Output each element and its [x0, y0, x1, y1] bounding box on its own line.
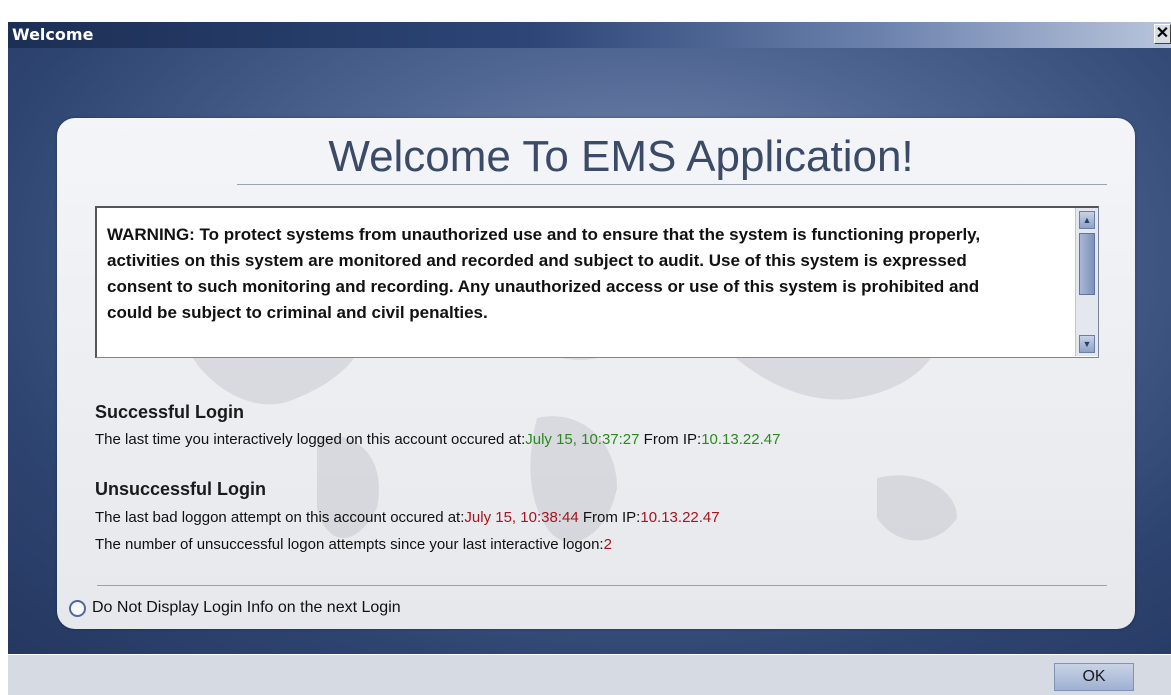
arrow-down-icon: ▼	[1082, 339, 1092, 349]
warning-text: WARNING: To protect systems from unautho…	[107, 225, 981, 322]
warning-textarea[interactable]: WARNING: To protect systems from unautho…	[95, 206, 1099, 358]
close-button[interactable]: ✕	[1154, 24, 1171, 44]
arrow-up-icon: ▲	[1082, 215, 1092, 225]
successful-login-line: The last time you interactively logged o…	[95, 431, 780, 448]
bottom-divider	[97, 585, 1107, 586]
unsuccessful-count: 2	[603, 536, 612, 553]
unsuccessful-login-line: The last bad loggon attempt on this acco…	[95, 509, 720, 526]
do-not-display-option[interactable]: Do Not Display Login Info on the next Lo…	[69, 599, 401, 617]
window-title: Welcome	[12, 25, 94, 44]
dialog-footer: OK	[8, 654, 1171, 695]
unsuccessful-login-ip: 10.13.22.47	[640, 509, 720, 526]
welcome-dialog: Welcome ✕ Welcome To EMS Application! WA…	[8, 22, 1171, 695]
unsuccessful-count-text: The number of unsuccessful logon attempt…	[95, 536, 604, 553]
successful-login-title: Successful Login	[95, 402, 245, 422]
unsuccessful-login-text: The last bad loggon attempt on this acco…	[95, 509, 465, 526]
ok-button[interactable]: OK	[1054, 663, 1134, 691]
unsuccessful-count-line: The number of unsuccessful logon attempt…	[95, 536, 612, 553]
successful-login-from-label: From IP:	[643, 431, 702, 448]
heading-divider	[237, 184, 1107, 185]
successful-login-ip: 10.13.22.47	[701, 431, 781, 448]
unsuccessful-login-time: July 15, 10:38:44	[464, 509, 579, 526]
close-icon: ✕	[1155, 25, 1170, 42]
successful-login-text: The last time you interactively logged o…	[95, 431, 526, 448]
title-bar: Welcome ✕	[8, 22, 1171, 48]
page-title: Welcome To EMS Application!	[328, 132, 914, 181]
successful-login-time: July 15, 10:37:27	[525, 431, 640, 448]
scroll-thumb[interactable]	[1079, 233, 1095, 295]
warning-scrollbar[interactable]: ▲ ▼	[1075, 208, 1098, 356]
welcome-panel: Welcome To EMS Application! WARNING: To …	[57, 118, 1135, 629]
scroll-down-button[interactable]: ▼	[1079, 335, 1095, 353]
do-not-display-label[interactable]: Do Not Display Login Info on the next Lo…	[92, 599, 401, 617]
unsuccessful-login-title: Unsuccessful Login	[95, 479, 267, 499]
scroll-up-button[interactable]: ▲	[1079, 211, 1095, 229]
do-not-display-radio[interactable]	[69, 599, 86, 617]
unsuccessful-login-from-label: From IP:	[582, 509, 641, 526]
